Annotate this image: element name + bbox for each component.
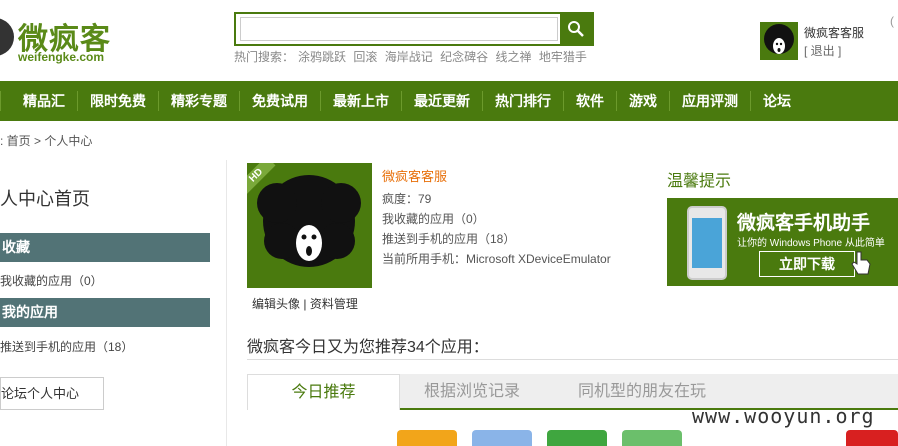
site-logo[interactable]: 微疯客 weifengke.com [0,8,130,64]
hot-search-label: 热门搜索： [234,50,295,64]
recommend-divider [247,359,898,360]
hot-term[interactable]: 涂鸦跳跃 [298,50,346,64]
nav-item-free-trial[interactable]: 免费试用 [239,91,320,111]
profile-favorites[interactable]: 我收藏的应用（0） [382,209,611,229]
profile-pushed[interactable]: 推送到手机的应用（18） [382,229,611,249]
app-icon[interactable] [846,430,898,446]
profile-level: 疯度：79 [382,192,432,206]
phone-icon [687,206,727,280]
tab-browse-history[interactable]: 根据浏览记录 [407,374,537,410]
hot-term[interactable]: 海岸战记 [385,50,433,64]
search-input[interactable] [240,17,558,41]
nav-item-games[interactable]: 游戏 [616,91,669,111]
hot-term[interactable]: 纪念碑谷 [440,50,488,64]
afro-avatar-icon [764,24,794,54]
sidebar-heading-my-apps: 我的应用 [0,298,210,327]
banner-subtitle: 让你的 Windows Phone 从此简单 [737,238,885,249]
manage-profile-link[interactable]: 资料管理 [310,297,358,311]
afro-avatar-icon [257,175,361,267]
nav-item-software[interactable]: 软件 [563,91,616,111]
profile-info: 微疯客客服 疯度：79 我收藏的应用（0） 推送到手机的应用（18） 当前所用手… [382,167,611,269]
user-avatar[interactable] [760,22,798,60]
recommend-title: 微疯客今日又为您推荐34个应用： [247,339,489,356]
nav-item-reviews[interactable]: 应用评测 [669,91,750,111]
banner-title: 微疯客手机助手 [737,213,871,234]
breadcrumb[interactable]: : 首页 > 个人中心 [0,132,92,149]
nav-item-forum[interactable]: 论坛 [750,91,803,111]
app-icon[interactable] [472,430,532,446]
tab-today[interactable]: 今日推荐 [247,374,400,410]
nav-item-new-release[interactable]: 最新上市 [320,91,401,111]
search-icon [568,21,584,37]
app-icon[interactable] [397,430,457,446]
phone-screen [692,218,722,268]
hand-cursor-icon [851,251,871,275]
column-divider [226,160,227,446]
hot-search: 热门搜索： 涂鸦跳跃 回滚 海岸战记 纪念碑谷 线之禅 地牢猎手 [234,48,591,65]
sidebar-link-pushed[interactable]: 推送到手机的应用（18） [0,338,133,355]
watermark: www.wooyun.org [692,404,875,428]
logo-domain: weifengke.com [18,50,105,64]
sidebar-link-favorites[interactable]: 我收藏的应用（0） [0,272,103,289]
search-button[interactable] [560,14,592,44]
top-edge-glyph: ( [890,14,894,28]
logout-link[interactable]: [ 退出 ] [804,42,841,59]
profile-name: 微疯客客服 [382,169,448,184]
link-separator: | [303,297,307,311]
forum-profile-button[interactable]: 论坛个人中心 [0,377,104,410]
nav-item-limited-free[interactable]: 限时免费 [77,91,158,111]
nav-item-featured[interactable]: 精品汇 [0,91,77,111]
search-box [234,12,594,46]
avatar-links: 编辑头像 | 资料管理 [252,295,358,312]
hot-term[interactable]: 线之禅 [495,50,531,64]
app-icon[interactable] [622,430,682,446]
user-name[interactable]: 微疯客客服 [804,24,864,41]
nav-item-rankings[interactable]: 热门排行 [482,91,563,111]
app-icon[interactable] [547,430,607,446]
tips-title: 温馨提示 [667,173,732,190]
download-now-button[interactable]: 立即下载 [759,251,855,277]
edit-avatar-link[interactable]: 编辑头像 [252,297,300,311]
hot-term[interactable]: 地牢猎手 [539,50,587,64]
profile-avatar: HD [247,163,372,288]
app-download-banner[interactable]: 微疯客手机助手 让你的 Windows Phone 从此简单 立即下载 [667,198,898,286]
hot-term[interactable]: 回滚 [353,50,377,64]
sidebar-heading-favorites: 收藏 [0,233,210,262]
main-nav: 精品汇 限时免费 精彩专题 免费试用 最新上市 最近更新 热门排行 软件 游戏 … [0,81,898,121]
sidebar-title[interactable]: 人中心首页 [0,185,90,211]
nav-item-topics[interactable]: 精彩专题 [158,91,239,111]
logo-mark-icon [0,18,14,56]
profile-device: 当前所用手机：Microsoft XDeviceEmulator [382,252,611,266]
nav-item-recent-updates[interactable]: 最近更新 [401,91,482,111]
